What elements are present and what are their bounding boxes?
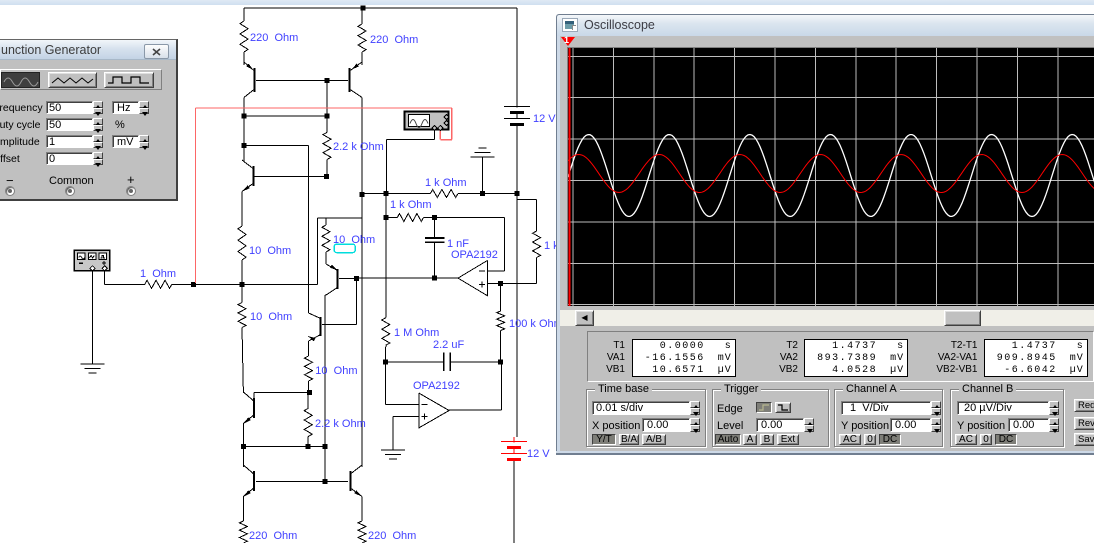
svg-text:1 k Ohm: 1 k Ohm [390, 199, 432, 211]
svg-text:OPA2192: OPA2192 [413, 380, 460, 392]
svg-text:OPA2192: OPA2192 [451, 249, 498, 261]
svg-text:1 Ohm: 1 Ohm [140, 268, 176, 280]
svg-text:12 V: 12 V [533, 113, 556, 125]
svg-text:220 Ohm: 220 Ohm [249, 530, 297, 542]
svg-text:220 Ohm: 220 Ohm [370, 34, 418, 46]
svg-text:1 M Ohm: 1 M Ohm [394, 327, 439, 339]
svg-text:1 k: 1 k [544, 240, 556, 252]
svg-text:10 Ohm: 10 Ohm [315, 365, 357, 377]
svg-text:2.2 k Ohm: 2.2 k Ohm [333, 141, 384, 153]
svg-text:220 Ohm: 220 Ohm [250, 32, 298, 44]
svg-text:10 Ohm: 10 Ohm [250, 311, 292, 323]
svg-text:2.2 uF: 2.2 uF [433, 339, 464, 351]
svg-text:12 V: 12 V [527, 448, 550, 460]
svg-text:100 k Ohm: 100 k Ohm [509, 318, 556, 330]
svg-text:10 Ohm: 10 Ohm [249, 245, 291, 257]
svg-text:2.2 k Ohm: 2.2 k Ohm [315, 418, 366, 430]
svg-text:220 Ohm: 220 Ohm [368, 530, 416, 542]
svg-text:1 k Ohm: 1 k Ohm [425, 177, 467, 189]
